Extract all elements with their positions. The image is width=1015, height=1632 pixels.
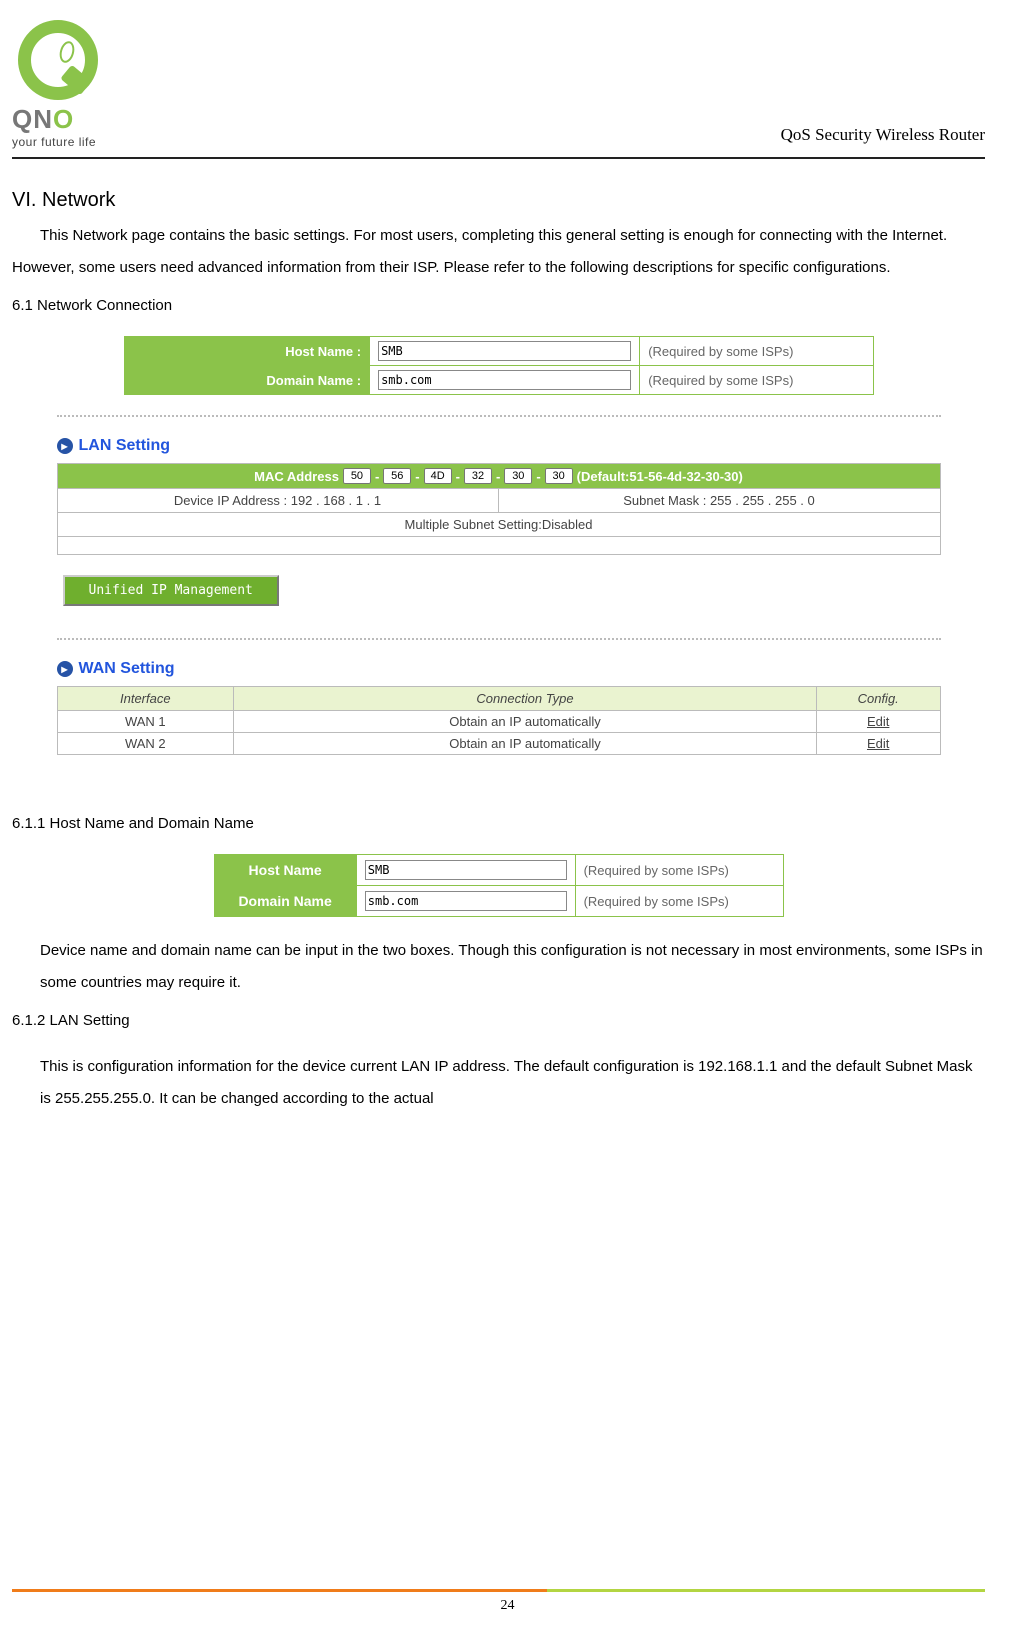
mac-part-2[interactable]: [424, 468, 452, 484]
host-domain-table: Host Name : (Required by some ISPs) Doma…: [124, 336, 874, 395]
arrow-bullet-icon: [57, 438, 73, 454]
wan1-edit-link[interactable]: Edit: [867, 714, 889, 729]
domain-name-label: Domain Name :: [124, 366, 370, 395]
footer-line: [12, 1589, 985, 1592]
wan2-interface: WAN 2: [57, 733, 234, 755]
brand-name-part1: QN: [12, 104, 53, 134]
sub-6-1-2-heading: 6.1.2 LAN Setting: [12, 1012, 985, 1029]
wan-setting-title: WAN Setting: [79, 660, 175, 678]
divider-2: [57, 638, 941, 640]
wan-col-connection: Connection Type: [234, 687, 817, 711]
host-name-input[interactable]: [378, 341, 631, 361]
brand-tagline: your future life: [12, 135, 98, 149]
wan-col-interface: Interface: [57, 687, 234, 711]
q-icon: [18, 20, 98, 100]
mac-default-note: (Default:51-56-4d-32-30-30): [577, 469, 743, 484]
wan-setting-header: WAN Setting: [57, 660, 941, 678]
brand-name-o: O: [53, 104, 74, 134]
divider: [57, 415, 941, 417]
para-6-1-2: This is configuration information for th…: [40, 1051, 985, 1114]
wan-row-2: WAN 2 Obtain an IP automatically Edit: [57, 733, 940, 755]
lan-setting-title: LAN Setting: [79, 437, 171, 455]
intro-paragraph: This Network page contains the basic set…: [12, 220, 985, 283]
host-domain-table-small: Host Name (Required by some ISPs) Domain…: [214, 854, 784, 917]
header-title: QoS Security Wireless Router: [781, 125, 985, 145]
sub-6-1-1-heading: 6.1.1 Host Name and Domain Name: [12, 815, 985, 832]
page-number: 24: [0, 1598, 1015, 1614]
sub-6-1-heading: 6.1 Network Connection: [12, 297, 985, 314]
para-6-1-1: Device name and domain name can be input…: [40, 935, 985, 998]
mac-part-3[interactable]: [464, 468, 492, 484]
wan-col-config: Config.: [816, 687, 940, 711]
section-title: VI. Network: [12, 189, 985, 212]
subnet-mask-cell: Subnet Mask : 255 . 255 . 255 . 0: [499, 488, 940, 512]
arrow-bullet-icon-2: [57, 661, 73, 677]
domain-name-input-2[interactable]: [365, 891, 567, 911]
mac-part-0[interactable]: [343, 468, 371, 484]
domain-name-input[interactable]: [378, 370, 631, 390]
device-ip-cell: Device IP Address : 192 . 168 . 1 . 1: [58, 488, 499, 512]
lan-setting-header: LAN Setting: [57, 437, 941, 455]
page-header: QNO your future life QoS Security Wirele…: [12, 20, 985, 159]
domain-name-note-2: (Required by some ISPs): [575, 886, 783, 917]
host-name-label-2: Host Name: [214, 855, 356, 886]
unified-ip-management-button[interactable]: Unified IP Management: [63, 575, 279, 606]
page-footer: 24: [0, 1589, 1015, 1614]
lan-box: MAC Address - - - - - (Default:51-56-4d-…: [57, 463, 941, 555]
mac-address-label: MAC Address: [254, 469, 339, 484]
wan1-connection: Obtain an IP automatically: [234, 711, 817, 733]
wan1-interface: WAN 1: [57, 711, 234, 733]
wan2-edit-link[interactable]: Edit: [867, 736, 889, 751]
lan-mac-row: MAC Address - - - - - (Default:51-56-4d-…: [58, 464, 940, 488]
mac-part-5[interactable]: [545, 468, 573, 484]
domain-name-label-2: Domain Name: [214, 886, 356, 917]
mac-part-1[interactable]: [383, 468, 411, 484]
network-settings-screenshot: Host Name : (Required by some ISPs) Doma…: [49, 336, 949, 755]
lan-empty-row: [58, 536, 940, 554]
host-name-note-2: (Required by some ISPs): [575, 855, 783, 886]
brand-logo: QNO your future life: [12, 20, 98, 149]
mac-part-4[interactable]: [504, 468, 532, 484]
host-name-note: (Required by some ISPs): [640, 337, 873, 366]
wan-row-1: WAN 1 Obtain an IP automatically Edit: [57, 711, 940, 733]
wan2-connection: Obtain an IP automatically: [234, 733, 817, 755]
wan-table: Interface Connection Type Config. WAN 1 …: [57, 686, 941, 755]
multi-subnet-cell: Multiple Subnet Setting:Disabled: [58, 512, 940, 536]
domain-name-note: (Required by some ISPs): [640, 366, 873, 395]
host-name-input-2[interactable]: [365, 860, 567, 880]
host-name-label: Host Name :: [124, 337, 370, 366]
